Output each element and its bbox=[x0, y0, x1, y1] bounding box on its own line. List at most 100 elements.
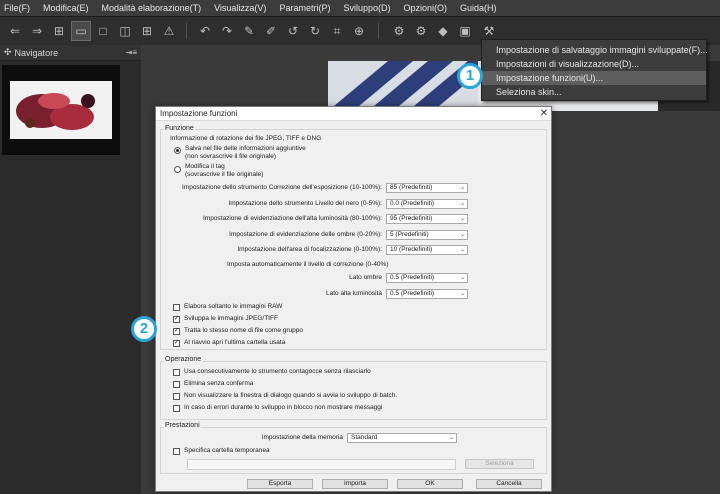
focus-area-value: 10 (Predefiniti) bbox=[390, 246, 433, 253]
checkbox-delete-no-confirm[interactable] bbox=[173, 381, 180, 388]
monitor-icon[interactable]: ▣ bbox=[456, 22, 474, 40]
shadow-value: 5 (Predefiniti) bbox=[390, 231, 429, 238]
menu-modalita-elaborazione[interactable]: Modalità elaborazione(T) bbox=[102, 3, 202, 13]
rotate-left-icon[interactable]: ↺ bbox=[284, 22, 302, 40]
develop-icon[interactable]: ⚙ bbox=[412, 22, 430, 40]
radio-modify-tag[interactable] bbox=[174, 166, 181, 173]
highlight-select[interactable]: 95 (Predefiniti) ⌄ bbox=[386, 214, 468, 224]
menu-file[interactable]: File(F) bbox=[4, 3, 30, 13]
radio-save-sidecar[interactable] bbox=[174, 147, 181, 154]
navigator-title: Navigatore bbox=[14, 47, 59, 58]
eyedropper-icon[interactable]: ✎ bbox=[240, 22, 258, 40]
checkbox-hide-error-messages[interactable] bbox=[173, 405, 180, 412]
navigator-icon: ✣ bbox=[4, 47, 12, 57]
menu-parametri[interactable]: Parametri(P) bbox=[279, 3, 330, 13]
checkbox-develop-jpeg-tiff[interactable]: ✓ bbox=[173, 316, 180, 323]
group-prestazioni-title: Prestazioni bbox=[164, 422, 201, 430]
crop-icon[interactable]: ⌗ bbox=[328, 22, 346, 40]
options-dropdown-menu: Impostazione di salvataggio immagini svi… bbox=[481, 39, 708, 101]
left-panel: ✣ Navigatore ⇥≡ bbox=[0, 45, 141, 494]
memory-setting-label: Impostazione della memoria bbox=[261, 434, 343, 441]
checkbox-temp-folder[interactable] bbox=[173, 448, 180, 455]
menu-item-function-settings[interactable]: Impostazione funzioni(U)... bbox=[482, 71, 706, 85]
checkbox-raw-only-label: Elabora soltanto le immagini RAW bbox=[184, 303, 283, 310]
checkbox-eyedropper-continuous[interactable] bbox=[173, 369, 180, 376]
group-funzione-title: Funzione bbox=[164, 125, 195, 133]
memory-setting-value: Standard bbox=[351, 434, 378, 441]
checkbox-same-name-group-label: Tratta lo stesso nome di file come grupp… bbox=[184, 327, 303, 334]
menu-modifica[interactable]: Modifica(E) bbox=[43, 3, 89, 13]
redo-icon[interactable]: ↷ bbox=[218, 22, 236, 40]
multi-view-icon[interactable]: ⊞ bbox=[138, 22, 156, 40]
chevron-down-icon: ⌄ bbox=[448, 435, 454, 441]
checkbox-develop-jpeg-tiff-label: Sviluppa le immagini JPEG/TIFF bbox=[184, 315, 278, 322]
settings-icon[interactable]: ⚙ bbox=[390, 22, 408, 40]
callout-marker-1: 1 bbox=[457, 63, 483, 89]
chevron-down-icon: ⌄ bbox=[459, 291, 465, 297]
rotate-right-icon[interactable]: ↻ bbox=[306, 22, 324, 40]
import-button[interactable]: Importa bbox=[322, 479, 388, 489]
erase-icon[interactable]: ◆ bbox=[434, 22, 452, 40]
focus-area-select[interactable]: 10 (Predefiniti) ⌄ bbox=[386, 245, 468, 255]
checkbox-hide-batch-dialog[interactable] bbox=[173, 393, 180, 400]
spot-icon[interactable]: ⊕ bbox=[350, 22, 368, 40]
navigator-thumbnail[interactable] bbox=[2, 65, 120, 155]
checkbox-same-name-group[interactable]: ✓ bbox=[173, 328, 180, 335]
menu-item-save-settings[interactable]: Impostazione di salvataggio immagini svi… bbox=[482, 43, 708, 57]
callout-marker-2: 2 bbox=[131, 316, 157, 342]
radio-modify-tag-label: Modifica il tag bbox=[185, 163, 225, 170]
exposure-tool-select[interactable]: 85 (Predefiniti) ⌄ bbox=[386, 183, 468, 193]
shadow-side-label: Lato ombre bbox=[349, 274, 382, 281]
shadow-side-value: 0.5 (Predefiniti) bbox=[390, 274, 435, 281]
cancel-button[interactable]: Cancella bbox=[476, 479, 542, 489]
browse-folder-button[interactable]: Seleziona bbox=[465, 459, 534, 469]
thumbnail-image bbox=[2, 65, 120, 155]
panel-menu-icon[interactable]: ⇥≡ bbox=[126, 48, 137, 57]
menu-item-select-skin[interactable]: Seleziona skin... bbox=[482, 85, 706, 99]
chevron-down-icon: ⌄ bbox=[459, 232, 465, 238]
highlight-side-value: 0.5 (Predefiniti) bbox=[390, 290, 435, 297]
menu-visualizza[interactable]: Visualizza(V) bbox=[214, 3, 266, 13]
warning-icon[interactable]: ⚠ bbox=[160, 22, 178, 40]
memory-setting-select[interactable]: Standard ⌄ bbox=[347, 433, 457, 443]
close-icon[interactable]: ✕ bbox=[537, 108, 551, 119]
tools-icon[interactable]: ⚒ bbox=[480, 22, 498, 40]
checkbox-hide-batch-dialog-label: Non visualizzare la finestra di dialogo … bbox=[184, 392, 398, 399]
radio-save-sidecar-label: Salva nel file delle informazioni aggiun… bbox=[185, 145, 306, 152]
white-balance-icon[interactable]: ✐ bbox=[262, 22, 280, 40]
export-icon[interactable]: ⇒ bbox=[28, 22, 46, 40]
chevron-down-icon: ⌄ bbox=[459, 201, 465, 207]
filmstrip-view-icon[interactable]: ▭ bbox=[71, 21, 91, 41]
export-button[interactable]: Esporta bbox=[247, 479, 313, 489]
import-icon[interactable]: ⇐ bbox=[6, 22, 24, 40]
temp-folder-path-input[interactable] bbox=[187, 459, 456, 470]
menu-guida[interactable]: Guida(H) bbox=[460, 3, 497, 13]
shadow-side-select[interactable]: 0.5 (Predefiniti) ⌄ bbox=[386, 273, 468, 283]
function-settings-dialog: Impostazione funzioni ✕ Funzione Informa… bbox=[155, 106, 552, 492]
checkbox-temp-folder-label: Specifica cartella temporanea bbox=[184, 447, 270, 454]
grid-view-icon[interactable]: ⊞ bbox=[50, 22, 68, 40]
ok-button[interactable]: OK bbox=[397, 479, 463, 489]
highlight-side-select[interactable]: 0.5 (Predefiniti) ⌄ bbox=[386, 289, 468, 299]
menu-item-display-settings[interactable]: Impostazioni di visualizzazione(D)... bbox=[482, 57, 706, 71]
group-operazione-title: Operazione bbox=[164, 356, 203, 364]
menu-sviluppo[interactable]: Sviluppo(D) bbox=[343, 3, 390, 13]
checkbox-hide-error-messages-label: In caso di errori durante lo sviluppo in… bbox=[184, 404, 383, 411]
menu-opzioni[interactable]: Opzioni(O) bbox=[403, 3, 447, 13]
undo-icon[interactable]: ↶ bbox=[196, 22, 214, 40]
highlight-value: 95 (Predefiniti) bbox=[390, 215, 433, 222]
menu-bar: File(F) Modifica(E) Modalità elaborazion… bbox=[0, 0, 720, 16]
radio-save-sidecar-sublabel: (non sovrascrive il file originale) bbox=[185, 153, 277, 160]
checkbox-open-last-folder[interactable]: ✓ bbox=[173, 340, 180, 347]
black-level-select[interactable]: 0.0 (Predefiniti) ⌄ bbox=[386, 199, 468, 209]
navigator-header: ✣ Navigatore ⇥≡ bbox=[0, 45, 141, 61]
checkbox-raw-only[interactable] bbox=[173, 304, 180, 311]
shadow-select[interactable]: 5 (Predefiniti) ⌄ bbox=[386, 230, 468, 240]
exposure-tool-label: Impostazione dello strumento Correzione … bbox=[182, 184, 382, 191]
single-view-icon[interactable]: □ bbox=[94, 22, 112, 40]
compare-view-icon[interactable]: ◫ bbox=[116, 22, 134, 40]
rotation-info-header: Informazione di rotazione dei file JPEG,… bbox=[170, 135, 322, 142]
highlight-label: Impostazione di evidenziazione dell'alta… bbox=[202, 215, 382, 222]
chevron-down-icon: ⌄ bbox=[459, 275, 465, 281]
toolbar-separator bbox=[186, 23, 187, 39]
